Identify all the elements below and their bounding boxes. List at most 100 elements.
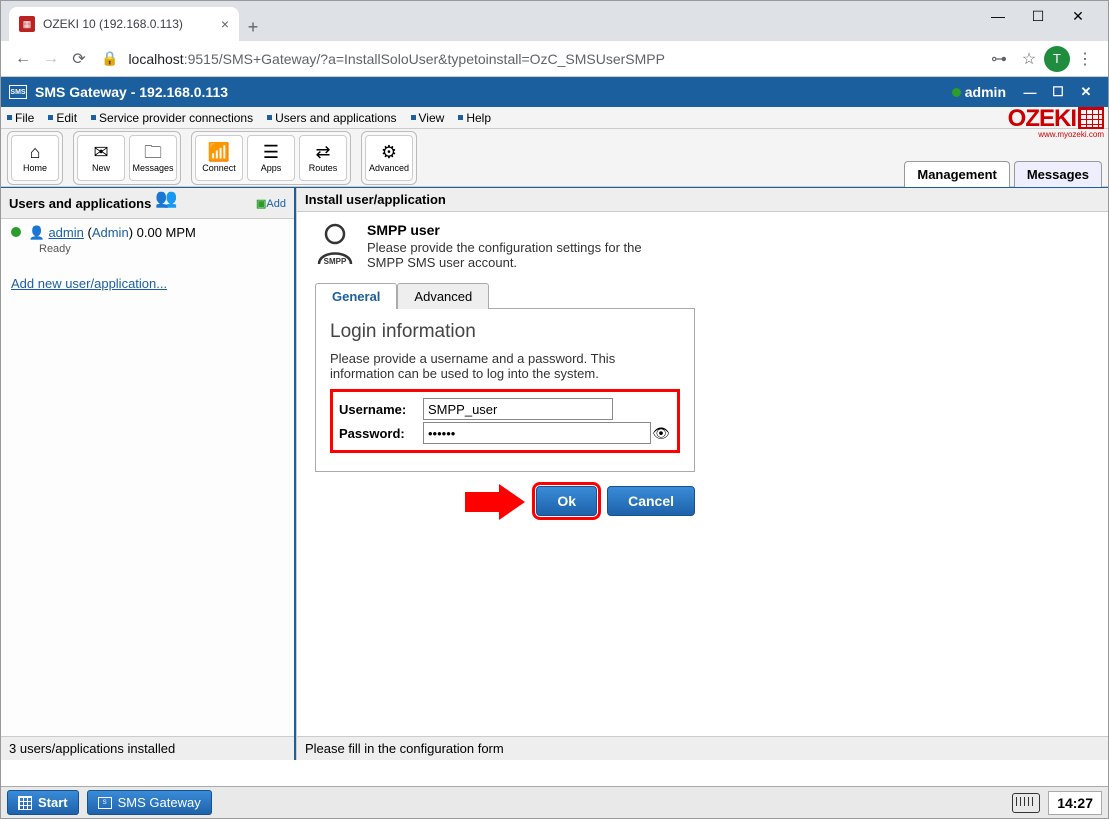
side-tabs: Management Messages bbox=[900, 161, 1102, 187]
browser-menu-icon[interactable]: ⋮ bbox=[1070, 44, 1100, 74]
main-area: Users and applications ▣Add 👤 admin (Adm… bbox=[1, 187, 1108, 760]
app-close-button[interactable]: ✕ bbox=[1072, 81, 1100, 103]
app-title-bar: SMS SMS Gateway - 192.168.0.113 admin — … bbox=[1, 77, 1108, 107]
lock-icon: 🔒 bbox=[101, 50, 118, 67]
keyboard-icon[interactable] bbox=[1012, 793, 1040, 813]
gear-icon: ⚙ bbox=[381, 143, 397, 161]
button-row: Ok Cancel bbox=[315, 486, 695, 516]
login-info-title: Login information bbox=[330, 321, 680, 343]
profile-avatar[interactable]: T bbox=[1044, 46, 1070, 72]
password-input[interactable] bbox=[423, 422, 651, 444]
tool-messages-button[interactable]: 🗀Messages bbox=[129, 135, 177, 181]
side-tab-messages[interactable]: Messages bbox=[1014, 161, 1102, 187]
home-icon: ⌂ bbox=[30, 143, 41, 161]
key-icon[interactable]: ⊶ bbox=[984, 44, 1014, 74]
left-panel-header: Users and applications ▣Add bbox=[1, 188, 294, 219]
menu-help[interactable]: Help bbox=[458, 111, 491, 125]
svg-text:SMPP: SMPP bbox=[324, 257, 347, 266]
left-panel-footer: 3 users/applications installed bbox=[1, 736, 294, 760]
login-info-box: Login information Please provide a usern… bbox=[315, 309, 695, 472]
tab-advanced[interactable]: Advanced bbox=[397, 283, 489, 309]
start-grid-icon bbox=[18, 796, 32, 810]
right-panel-footer: Please fill in the configuration form bbox=[297, 736, 1108, 760]
envelope-icon: ✉ bbox=[93, 143, 108, 161]
ok-button[interactable]: Ok bbox=[536, 486, 597, 516]
menu-bar: File Edit Service provider connections U… bbox=[1, 107, 1108, 129]
clock[interactable]: 14:27 bbox=[1048, 791, 1102, 815]
url-path: :9515/SMS+Gateway/?a=InstallSoloUser&typ… bbox=[184, 51, 665, 67]
app-minimize-button[interactable]: — bbox=[1016, 81, 1044, 103]
user-name-link[interactable]: admin bbox=[48, 225, 83, 240]
start-button[interactable]: Start bbox=[7, 790, 79, 815]
smpp-header: SMPP SMPP user Please provide the config… bbox=[315, 222, 1090, 270]
tool-new-button[interactable]: ✉New bbox=[77, 135, 125, 181]
sms-gateway-icon: SMS bbox=[9, 85, 27, 99]
smpp-desc: Please provide the configuration setting… bbox=[367, 240, 677, 270]
left-panel-title: Users and applications bbox=[9, 196, 151, 211]
folder-icon: 🗀 bbox=[144, 143, 162, 161]
new-tab-button[interactable]: + bbox=[239, 13, 267, 41]
tab-close-icon[interactable]: × bbox=[221, 16, 229, 32]
browser-address-bar: ← → ⟳ 🔒 localhost:9515/SMS+Gateway/?a=In… bbox=[1, 41, 1108, 77]
browser-tab[interactable]: ▦ OZEKI 10 (192.168.0.113) × bbox=[9, 7, 239, 41]
cancel-button[interactable]: Cancel bbox=[607, 486, 695, 516]
menu-spc[interactable]: Service provider connections bbox=[91, 111, 253, 125]
tool-advanced-button[interactable]: ⚙Advanced bbox=[365, 135, 413, 181]
antenna-icon: 📶 bbox=[208, 143, 230, 161]
online-dot-icon bbox=[11, 227, 21, 237]
add-new-link[interactable]: Add new user/application... bbox=[11, 276, 167, 291]
favicon-icon: ▦ bbox=[19, 16, 35, 32]
database-icon: ☰ bbox=[263, 143, 279, 161]
tool-apps-button[interactable]: ☰Apps bbox=[247, 135, 295, 181]
right-panel: Install user/application SMPP SMPP user … bbox=[296, 188, 1108, 760]
tool-connect-button[interactable]: 📶Connect bbox=[195, 135, 243, 181]
bookmark-star-icon[interactable]: ☆ bbox=[1014, 44, 1044, 74]
toolbar: ⌂Home ✉New 🗀Messages 📶Connect ☰Apps ⇄Rou… bbox=[1, 129, 1108, 187]
app-maximize-button[interactable]: ☐ bbox=[1044, 81, 1072, 103]
side-tab-management[interactable]: Management bbox=[904, 161, 1009, 187]
taskbar: Start SSMS Gateway 14:27 bbox=[1, 786, 1108, 818]
menu-edit[interactable]: Edit bbox=[48, 111, 77, 125]
user-icon: 👤 bbox=[29, 225, 45, 240]
add-new-row: Add new user/application... bbox=[1, 271, 294, 297]
logo-grid-icon bbox=[1078, 107, 1104, 129]
app-user-status[interactable]: admin bbox=[952, 84, 1006, 100]
menu-users-apps[interactable]: Users and applications bbox=[267, 111, 396, 125]
tool-routes-button[interactable]: ⇄Routes bbox=[299, 135, 347, 181]
app-title: SMS Gateway - 192.168.0.113 bbox=[35, 84, 228, 100]
sms-mini-icon: S bbox=[98, 797, 112, 809]
tool-home-button[interactable]: ⌂Home bbox=[11, 135, 59, 181]
username-input[interactable] bbox=[423, 398, 613, 420]
add-link[interactable]: ▣Add bbox=[256, 197, 286, 210]
user-row[interactable]: 👤 admin (Admin) 0.00 MPM Ready bbox=[1, 219, 294, 261]
user-status-text: Ready bbox=[39, 243, 284, 255]
taskbar-app-sms-gateway[interactable]: SSMS Gateway bbox=[87, 790, 212, 815]
form-tabs: General Advanced bbox=[315, 282, 695, 309]
nav-back-button[interactable]: ← bbox=[9, 45, 37, 73]
user-rate: 0.00 MPM bbox=[137, 225, 196, 240]
smpp-user-icon: SMPP bbox=[315, 222, 355, 266]
nav-reload-button[interactable]: ⟳ bbox=[65, 45, 93, 73]
routes-icon: ⇄ bbox=[315, 143, 330, 161]
credentials-highlight-box: Username: Password: 👁 bbox=[330, 389, 680, 453]
ozeki-logo[interactable]: OZEKI www.myozeki.com bbox=[1008, 107, 1104, 139]
people-icon bbox=[155, 192, 179, 214]
user-role: Admin bbox=[92, 225, 129, 240]
arrow2-icon bbox=[465, 484, 525, 520]
browser-chrome: — ☐ ✕ ▦ OZEKI 10 (192.168.0.113) × + ← →… bbox=[1, 1, 1108, 77]
right-panel-title: Install user/application bbox=[305, 192, 446, 207]
install-body: SMPP SMPP user Please provide the config… bbox=[297, 212, 1108, 736]
menu-view[interactable]: View bbox=[411, 111, 445, 125]
username-label: Username: bbox=[339, 402, 423, 417]
browser-tab-strip: ▦ OZEKI 10 (192.168.0.113) × + bbox=[1, 5, 1108, 41]
login-info-desc: Please provide a username and a password… bbox=[330, 351, 680, 381]
tab-title: OZEKI 10 (192.168.0.113) bbox=[43, 17, 183, 31]
password-label: Password: bbox=[339, 426, 423, 441]
menu-file[interactable]: File bbox=[7, 111, 34, 125]
tab-general[interactable]: General bbox=[315, 283, 397, 309]
url-host: localhost bbox=[128, 51, 183, 67]
eye-icon[interactable]: 👁 bbox=[651, 425, 671, 442]
status-dot-icon bbox=[952, 88, 961, 97]
nav-forward-button[interactable]: → bbox=[37, 45, 65, 73]
url-field[interactable]: 🔒 localhost:9515/SMS+Gateway/?a=InstallS… bbox=[93, 50, 984, 67]
